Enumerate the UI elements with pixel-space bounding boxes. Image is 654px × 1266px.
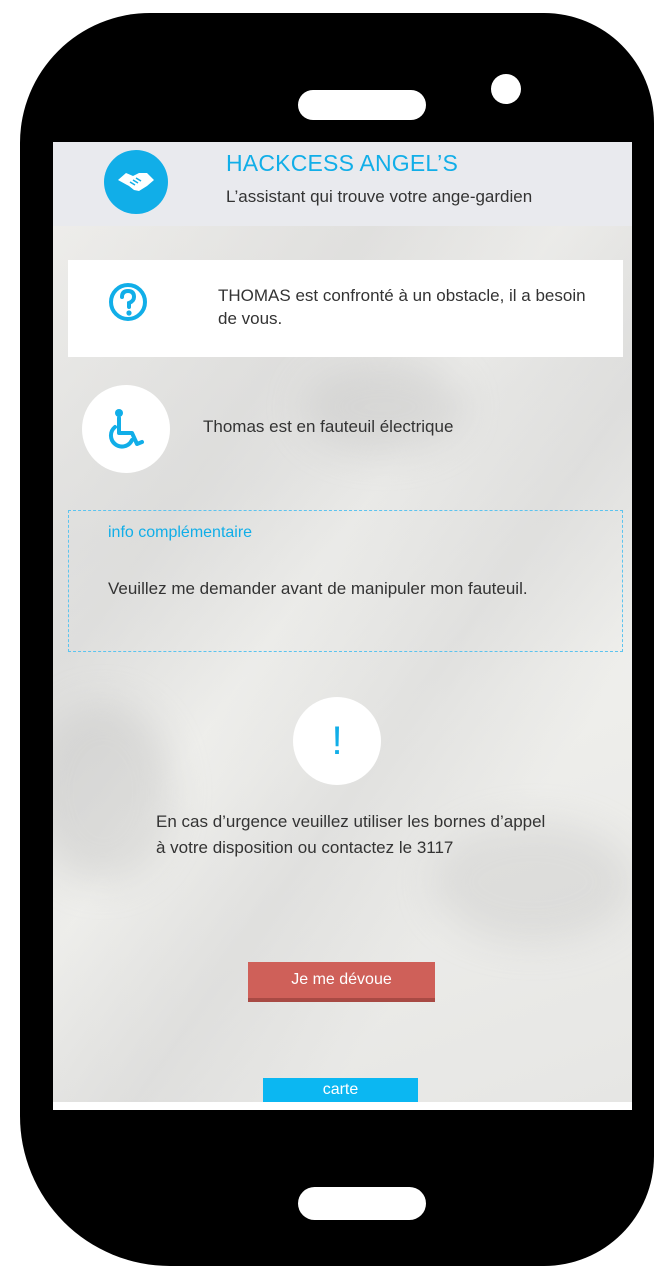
- map-background-blur: [303, 362, 463, 452]
- phone-camera: [491, 74, 521, 104]
- wheelchair-icon: [82, 385, 170, 473]
- screen-bottom-bar: [53, 1102, 632, 1110]
- phone-home-button[interactable]: [298, 1187, 426, 1220]
- alert-card: THOMAS est confronté à un obstacle, il a…: [68, 260, 623, 357]
- map-background-blur: [53, 702, 173, 882]
- question-icon: [108, 282, 148, 322]
- mobility-description: Thomas est en fauteuil électrique: [203, 417, 454, 436]
- info-label: info complémentaire: [108, 524, 253, 541]
- urgency-message: En cas d’urgence veuillez utiliser les b…: [156, 812, 546, 857]
- handshake-icon: [104, 150, 168, 214]
- phone-speaker: [298, 90, 426, 120]
- additional-info-box: info complémentaire Veuillez me demander…: [68, 510, 623, 652]
- app-subtitle: L’assistant qui trouve votre ange-gardie…: [226, 187, 533, 206]
- app-header: HACKCESS ANGEL’S L’assistant qui trouve …: [53, 142, 632, 226]
- map-button[interactable]: carte: [263, 1078, 418, 1102]
- exclamation-icon: !: [293, 697, 381, 785]
- app-title: HACKCESS ANGEL’S: [226, 150, 459, 176]
- volunteer-button[interactable]: Je me dévoue: [248, 962, 435, 1002]
- alert-message: THOMAS est confronté à un obstacle, il a…: [218, 286, 586, 328]
- app-screen: HACKCESS ANGEL’S L’assistant qui trouve …: [53, 142, 632, 1110]
- info-text: Veuillez me demander avant de manipuler …: [108, 579, 528, 598]
- exclamation-glyph: !: [331, 719, 343, 763]
